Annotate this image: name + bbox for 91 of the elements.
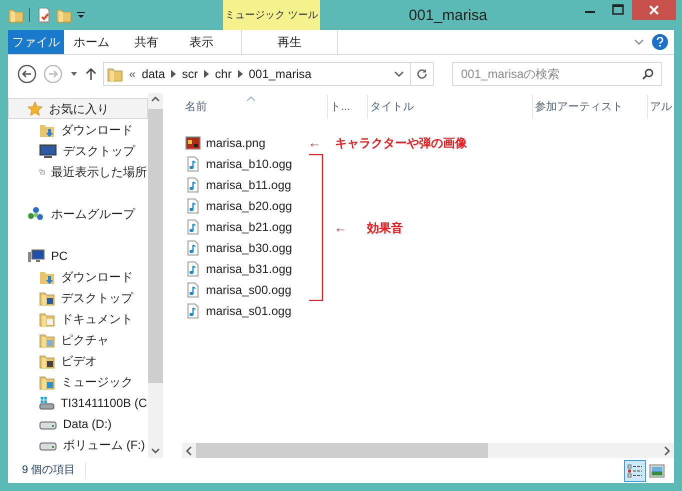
sidebar-item[interactable]: デスクトップ xyxy=(8,287,148,308)
contextual-tab-header: ミュージック ツール xyxy=(223,0,320,30)
scrollbar-thumb[interactable] xyxy=(148,109,163,383)
expand-ribbon-icon[interactable] xyxy=(634,38,644,46)
column-header[interactable]: 名前 xyxy=(183,95,328,119)
folder-icon xyxy=(39,310,55,326)
file-row[interactable]: marisa_b31.ogg xyxy=(185,258,292,279)
audio-file-icon xyxy=(185,302,201,318)
monitor-icon xyxy=(39,142,57,158)
sidebar-item[interactable]: TI31411100B (C xyxy=(8,392,148,413)
sidebar-item[interactable]: ホームグループ xyxy=(8,203,148,224)
system-drive-icon xyxy=(39,394,55,410)
audio-file-icon xyxy=(185,240,201,256)
sidebar-item[interactable]: Data (D:) xyxy=(8,413,148,434)
search-field[interactable]: 001_marisaの検索 xyxy=(452,62,662,86)
file-row[interactable]: marisa_b21.ogg xyxy=(185,216,292,237)
audio-file-icon xyxy=(185,260,201,276)
audio-file-icon xyxy=(185,198,201,214)
breadcrumb[interactable]: scr xyxy=(182,65,198,83)
horizontal-scrollbar[interactable] xyxy=(182,443,674,458)
address-bar[interactable]: « data scr chr 001_marisa xyxy=(103,62,434,86)
file-row[interactable]: marisa_b20.ogg xyxy=(185,195,292,216)
annotation-arrow: ← xyxy=(308,134,321,152)
overflow-chevron[interactable]: « xyxy=(129,65,136,83)
file-tab[interactable]: ファイル xyxy=(8,30,64,54)
file-row[interactable]: marisa.png xyxy=(185,132,266,153)
file-row[interactable]: marisa_s00.ogg xyxy=(185,279,292,300)
file-row[interactable]: marisa_b30.ogg xyxy=(185,237,292,258)
computer-icon xyxy=(27,248,45,264)
breadcrumb[interactable]: data xyxy=(142,65,166,83)
star-icon xyxy=(27,100,43,116)
breadcrumb-arrow-icon[interactable] xyxy=(204,70,210,78)
ribbon-tab[interactable]: 表示 xyxy=(174,30,229,54)
homegroup-icon xyxy=(27,206,45,222)
breadcrumb-arrow-icon[interactable] xyxy=(238,70,243,78)
column-header[interactable]: タイトル xyxy=(368,95,533,119)
folder-icon xyxy=(39,374,55,390)
column-header[interactable]: 参加アーティスト xyxy=(533,95,648,119)
annotation-label: キャラクターや弾の画像 xyxy=(335,134,467,152)
audio-file-icon xyxy=(185,156,201,172)
recent-locations-icon[interactable] xyxy=(69,70,79,78)
annotation-label: 効果音 xyxy=(367,220,403,236)
sidebar-item[interactable]: お気に入り xyxy=(8,98,148,119)
annotation-arrow: ← xyxy=(334,218,347,237)
ribbon-tab[interactable]: ホーム xyxy=(64,30,119,54)
file-row[interactable]: marisa_b10.ogg xyxy=(185,153,292,174)
sidebar-item[interactable]: ドキュメント xyxy=(8,308,148,329)
folder-icon xyxy=(39,290,55,306)
sidebar-item[interactable]: ダウンロード xyxy=(8,119,148,140)
sidebar-item[interactable]: ボリューム (F:) xyxy=(8,434,148,455)
folder-icon xyxy=(8,7,24,23)
details-view-button[interactable] xyxy=(624,460,646,482)
image-file-icon xyxy=(185,134,201,150)
refresh-icon xyxy=(416,68,428,80)
sidebar-item[interactable]: ミュージック xyxy=(8,371,148,392)
customize-dropdown-icon[interactable] xyxy=(76,10,86,20)
close-icon xyxy=(649,5,659,15)
window-title: 001_marisa xyxy=(408,6,488,26)
breadcrumb-arrow-icon[interactable] xyxy=(171,70,176,78)
address-dropdown-icon[interactable] xyxy=(394,70,404,78)
up-arrow-icon[interactable] xyxy=(85,67,97,81)
help-icon[interactable] xyxy=(652,34,668,50)
audio-file-icon xyxy=(185,218,201,234)
file-row[interactable]: marisa_b11.ogg xyxy=(185,174,292,195)
properties-icon[interactable] xyxy=(36,7,52,23)
sidebar-item[interactable]: PC xyxy=(8,245,148,266)
sidebar-item[interactable]: ビデオ xyxy=(8,350,148,371)
back-icon[interactable] xyxy=(17,64,37,84)
breadcrumb[interactable]: chr xyxy=(215,65,232,83)
folder-icon xyxy=(107,66,123,82)
audio-file-icon xyxy=(185,282,201,298)
close-button[interactable] xyxy=(632,0,676,20)
ribbon-tab[interactable]: 共有 xyxy=(119,30,174,54)
file-row[interactable]: marisa_s01.ogg xyxy=(185,300,292,321)
folder-icon xyxy=(39,332,55,348)
sidebar-item[interactable]: ダウンロード xyxy=(8,266,148,287)
audio-file-icon xyxy=(185,176,201,192)
column-header[interactable]: アル xyxy=(648,95,674,119)
sidebar-item[interactable]: デスクトップ xyxy=(8,140,148,161)
separator-icon xyxy=(28,8,32,22)
sidebar-item[interactable]: ピクチャ xyxy=(8,329,148,350)
folder-icon xyxy=(39,352,55,368)
folder-icon xyxy=(56,7,72,23)
search-icon xyxy=(642,68,654,80)
scrollbar-thumb[interactable] xyxy=(196,443,488,458)
breadcrumb[interactable]: 001_marisa xyxy=(248,65,312,83)
status-text: 9 個の項目 xyxy=(22,462,86,479)
forward-icon xyxy=(43,64,63,84)
column-header[interactable]: ト... xyxy=(328,95,368,119)
sidebar-scrollbar[interactable] xyxy=(148,93,163,458)
sidebar-item[interactable]: 最近表示した場所 xyxy=(8,161,148,182)
